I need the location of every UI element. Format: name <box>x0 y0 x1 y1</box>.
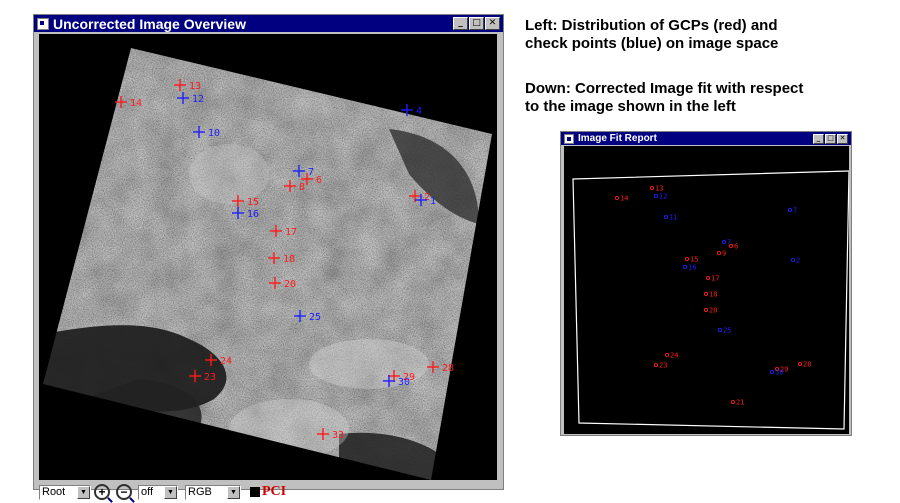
main-titlebar[interactable]: Uncorrected Image Overview _ □ ✕ <box>34 15 503 32</box>
checkpoint-fit-marker: 2 <box>790 257 800 265</box>
chevron-down-icon[interactable]: ▼ <box>164 485 177 499</box>
description-line: to the image shown in the left <box>525 98 736 115</box>
fit-marker-label: 2 <box>796 257 800 265</box>
checkpoint-fit-marker: 30 <box>769 369 783 377</box>
chevron-down-icon[interactable]: ▼ <box>227 485 240 499</box>
description-line: check points (blue) on image space <box>525 35 779 52</box>
fit-marker-label: 25 <box>723 327 731 335</box>
fit-marker-label: 14 <box>620 195 628 203</box>
checkpoint-fit-marker: 25 <box>717 327 731 335</box>
zoom-out-glyph: − <box>120 485 128 499</box>
fit-marker-label: 21 <box>736 399 744 407</box>
marker-label: 25 <box>309 312 321 323</box>
checkpoint-fit-marker: 16 <box>682 264 696 272</box>
checkpoint-fit-marker: 12 <box>653 193 667 201</box>
image-fit-plot: 1314 121177 6915162171820252423 28293021 <box>572 170 849 430</box>
marker-label: 15 <box>247 197 259 208</box>
fit-marker-label: 15 <box>690 256 698 264</box>
minimize-button[interactable]: _ <box>453 17 468 30</box>
checkpoint-fit-marker: 11 <box>663 214 677 222</box>
gcp-fit-marker: 21 <box>730 399 744 407</box>
satellite-image: 1312144107682 1151617182025242328293033 <box>43 48 492 480</box>
marker-label: 30 <box>398 377 410 388</box>
gcp-fit-marker: 28 <box>797 361 811 369</box>
layer-select[interactable]: Root ▼ <box>39 484 91 500</box>
marker-label: 18 <box>283 254 295 265</box>
gcp-fit-marker: 20 <box>703 307 717 315</box>
marker-label: 33 <box>332 430 344 441</box>
main-window-title: Uncorrected Image Overview <box>53 15 246 32</box>
fit-marker-label: 9 <box>722 250 726 258</box>
description-down: Down: Corrected Image fit with respect t… <box>525 80 803 116</box>
marker-label: 10 <box>208 128 220 139</box>
report-window-title: Image Fit Report <box>578 133 657 144</box>
marker-label: 4 <box>416 106 422 117</box>
fit-marker-label: 28 <box>803 361 811 369</box>
fit-marker-label: 18 <box>709 291 717 299</box>
layer-select-value: Root <box>42 486 66 498</box>
description-line: Down: Corrected Image fit with respect <box>525 80 804 97</box>
marker-label: 1 <box>430 196 436 207</box>
zoom-in-icon[interactable]: + <box>94 484 110 500</box>
maximize-button[interactable]: □ <box>825 133 836 144</box>
uncorrected-image-window: Uncorrected Image Overview _ □ ✕ 13 12 1… <box>33 14 504 500</box>
gcp-fit-marker: 15 <box>684 256 698 264</box>
report-titlebar[interactable]: Image Fit Report _ □ ✕ <box>561 132 851 145</box>
gcp-fit-marker: 24 <box>664 352 678 360</box>
pci-logo-icon <box>250 487 260 497</box>
gcp-fit-marker: 13 <box>649 185 663 193</box>
marker-label: 7 <box>308 167 314 178</box>
gcp-fit-marker: 18 <box>703 291 717 299</box>
close-button[interactable]: ✕ <box>485 17 500 30</box>
window-icon[interactable] <box>37 17 49 30</box>
checkpoint-fit-marker: 7 <box>787 207 797 215</box>
marker-label: 13 <box>189 81 201 92</box>
image-fit-canvas[interactable]: 13 14 12 11 7 7 6 9 15 16 2 17 18 20 25 24 23 28 29 30 21 <box>564 146 849 434</box>
fit-marker-label: 30 <box>775 369 783 377</box>
zoom-in-glyph: + <box>98 485 106 499</box>
marker-label: 24 <box>220 356 232 367</box>
marker-label: 16 <box>247 209 259 220</box>
pci-brand: PCI <box>262 484 287 499</box>
marker-label: 12 <box>192 94 204 105</box>
gcp-fit-marker: 17 <box>705 275 719 283</box>
fit-marker-label: 20 <box>709 307 717 315</box>
fit-marker-label: 7 <box>793 207 797 215</box>
marker-label: 14 <box>130 98 142 109</box>
fit-marker-label: 11 <box>669 214 677 222</box>
mode-select-value: off <box>141 486 154 498</box>
window-icon[interactable] <box>564 133 574 144</box>
satellite-image-canvas[interactable]: 13 12 14 4 10 7 6 8 2 1 15 16 17 18 20 25 24 23 28 29 30 33 <box>39 34 497 480</box>
chevron-down-icon[interactable]: ▼ <box>77 485 90 499</box>
pci-logo: PCI <box>250 484 286 500</box>
marker-label: 20 <box>284 279 296 290</box>
gcp-fit-marker: 14 <box>614 195 628 203</box>
marker-label: 23 <box>204 372 216 383</box>
image-fit-report-window: Image Fit Report _ □ ✕ 13 14 12 11 7 7 6 9 15 16 2… <box>560 131 852 436</box>
marker-label: 8 <box>299 182 305 193</box>
minimize-button[interactable]: _ <box>813 133 824 144</box>
corrected-image-outline <box>572 170 849 430</box>
fit-marker-label: 6 <box>734 243 738 251</box>
mode-select[interactable]: off ▼ <box>138 484 178 500</box>
gcp-fit-marker: 9 <box>716 250 726 258</box>
fit-marker-label: 24 <box>670 352 678 360</box>
fit-marker-label: 16 <box>688 264 696 272</box>
color-select-value: RGB <box>188 486 212 498</box>
color-select[interactable]: RGB ▼ <box>185 484 241 500</box>
close-button[interactable]: ✕ <box>837 133 848 144</box>
maximize-button[interactable]: □ <box>469 17 484 30</box>
marker-label: 17 <box>285 227 297 238</box>
fit-marker-label: 12 <box>659 193 667 201</box>
description-left: Left: Distribution of GCPs (red) and che… <box>525 17 778 53</box>
zoom-out-icon[interactable]: − <box>116 484 132 500</box>
gcp-fit-marker: 23 <box>653 362 667 370</box>
marker-label: 6 <box>316 175 322 186</box>
fit-marker-label: 17 <box>711 275 719 283</box>
fit-marker-label: 23 <box>659 362 667 370</box>
fit-marker-label: 13 <box>655 185 663 193</box>
marker-label: 28 <box>442 363 454 374</box>
description-line: Left: Distribution of GCPs (red) and <box>525 17 778 34</box>
